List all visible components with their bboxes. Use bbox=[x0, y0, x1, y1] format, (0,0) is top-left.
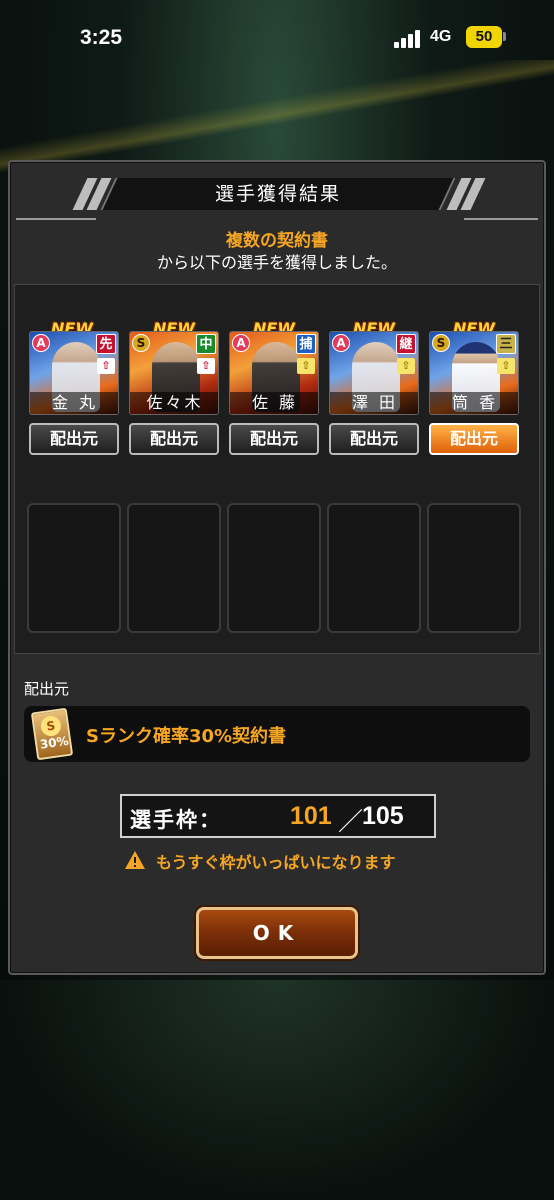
source-button[interactable]: 配出元 bbox=[29, 423, 119, 455]
player-name: 佐々木 bbox=[130, 392, 218, 414]
roster-label: 選手枠： bbox=[130, 808, 222, 832]
empty-slot bbox=[327, 503, 421, 633]
player-name: 金 丸 bbox=[30, 392, 118, 414]
empty-slot bbox=[427, 503, 521, 633]
condition-up-icon: ⇧ bbox=[97, 358, 115, 374]
empty-slot bbox=[27, 503, 121, 633]
status-time: 3:25 bbox=[80, 26, 123, 49]
position-badge: 中 bbox=[196, 334, 216, 354]
position-badge: 継 bbox=[396, 334, 416, 354]
ticket-percent: 30% bbox=[39, 733, 70, 752]
contract-ticket-icon: S 30% bbox=[30, 707, 74, 761]
empty-slot bbox=[227, 503, 321, 633]
battery-tip bbox=[503, 32, 506, 41]
message-highlight: 複数の契約書 bbox=[226, 231, 328, 251]
player-name: 澤 田 bbox=[330, 392, 418, 414]
source-button[interactable]: 配出元 bbox=[329, 423, 419, 455]
player-name: 筒 香 bbox=[430, 392, 518, 414]
position-badge: 先 bbox=[96, 334, 116, 354]
roster-slot-box: 選手枠： 101 ／ 105 bbox=[120, 794, 436, 838]
message-text: から以下の選手を獲得しました。 bbox=[156, 253, 397, 272]
signal-icon bbox=[394, 28, 424, 48]
player-card[interactable]: A 先 ⇧ 金 丸 bbox=[29, 331, 119, 415]
rank-badge: A bbox=[232, 334, 250, 352]
source-button[interactable]: 配出元 bbox=[229, 423, 319, 455]
condition-up-icon: ⇧ bbox=[197, 358, 215, 374]
position-badge: 捕 bbox=[296, 334, 316, 354]
battery-icon: 50 bbox=[466, 26, 502, 48]
source-section-title: 配出元 bbox=[24, 680, 70, 698]
status-bar: 3:25 4G 50 bbox=[0, 0, 554, 70]
header-rule bbox=[16, 218, 96, 220]
source-item-text: Sランク確率30%契約書 bbox=[86, 726, 287, 747]
condition-up-icon: ⇧ bbox=[497, 358, 515, 374]
ok-button[interactable]: OK bbox=[196, 907, 358, 959]
player-card[interactable]: A 継 ⇧ 澤 田 bbox=[329, 331, 419, 415]
dialog-title: 選手獲得結果 bbox=[214, 183, 341, 205]
dialog-header: 選手獲得結果 bbox=[10, 178, 544, 220]
player-card[interactable]: S 中 ⇧ 佐々木 bbox=[129, 331, 219, 415]
rank-badge: A bbox=[332, 334, 350, 352]
rank-badge: S bbox=[132, 334, 150, 352]
position-badge: 三 bbox=[496, 334, 516, 354]
empty-slot bbox=[127, 503, 221, 633]
source-button-active[interactable]: 配出元 bbox=[429, 423, 519, 455]
condition-up-icon: ⇧ bbox=[297, 358, 315, 374]
network-type: 4G bbox=[430, 28, 452, 45]
roster-current: 101 bbox=[290, 802, 332, 830]
acquisition-result-dialog: 選手獲得結果 複数の契約書 から以下の選手を獲得しました。 NEW A 先 ⇧ … bbox=[8, 160, 546, 975]
condition-up-icon: ⇧ bbox=[397, 358, 415, 374]
source-item: S 30% Sランク確率30%契約書 bbox=[24, 706, 530, 762]
player-card[interactable]: S 三 ⇧ 筒 香 bbox=[429, 331, 519, 415]
warning-icon bbox=[125, 851, 145, 869]
header-rule bbox=[464, 218, 538, 220]
roster-max: 105 bbox=[362, 802, 404, 830]
rank-badge: A bbox=[32, 334, 50, 352]
player-name: 佐 藤 bbox=[230, 392, 318, 414]
source-button[interactable]: 配出元 bbox=[129, 423, 219, 455]
rank-badge: S bbox=[432, 334, 450, 352]
player-grid: NEW A 先 ⇧ 金 丸 配出元 NEW S 中 ⇧ 佐々木 配出元 NEW … bbox=[14, 284, 540, 654]
stadium-field-background bbox=[0, 980, 554, 1200]
roster-warning: もうすぐ枠がいっぱいになります bbox=[156, 853, 396, 872]
roster-separator: ／ bbox=[338, 807, 364, 836]
player-card[interactable]: A 捕 ⇧ 佐 藤 bbox=[229, 331, 319, 415]
